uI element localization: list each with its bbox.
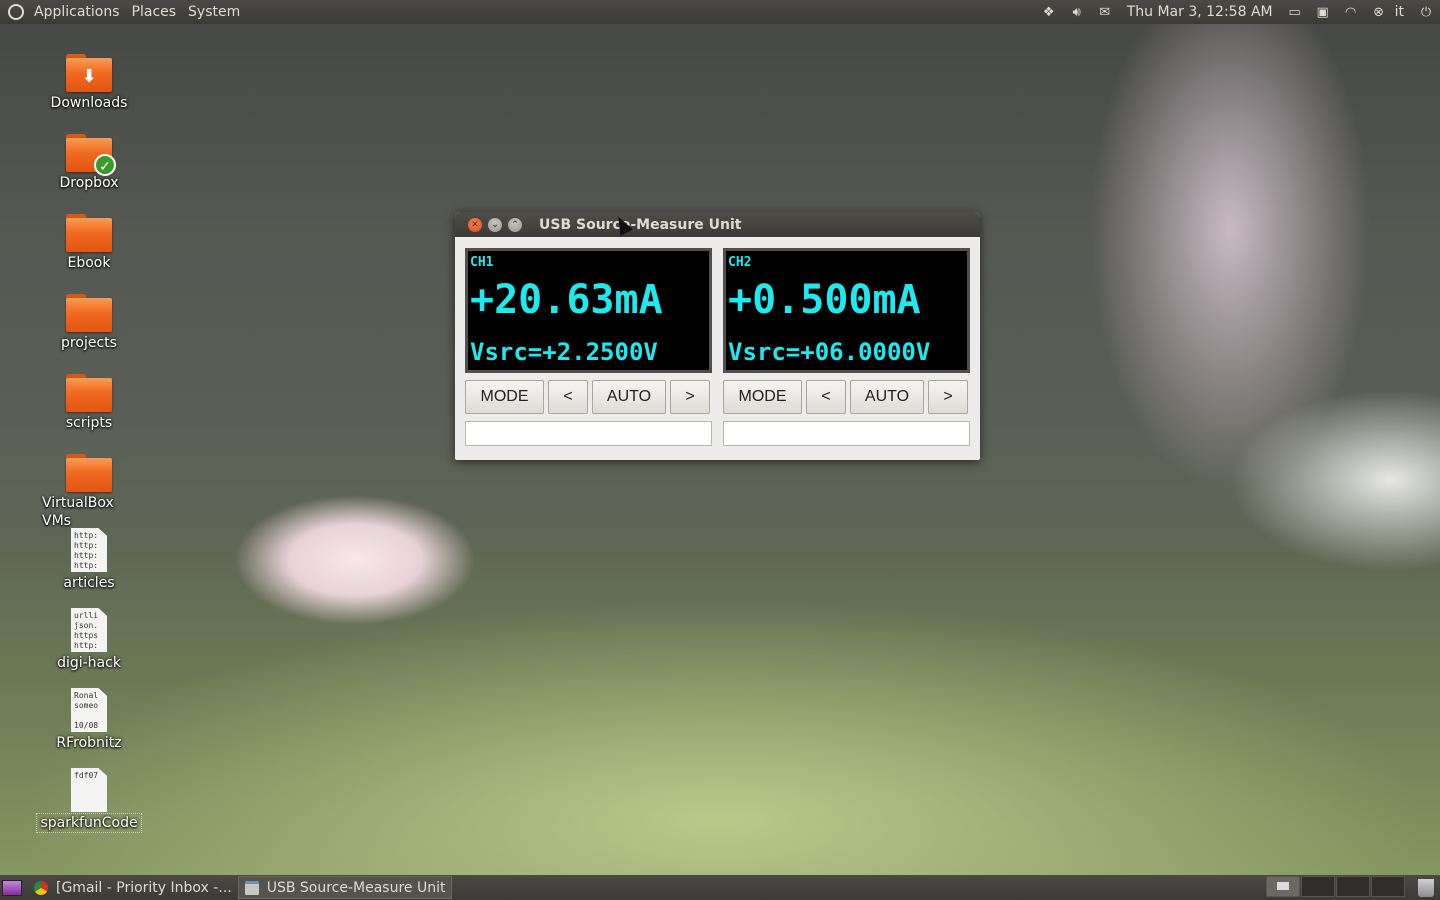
bottom-panel: [Gmail - Priority Inbox -... USB Source-… bbox=[0, 875, 1440, 900]
workspace-switcher bbox=[1266, 876, 1406, 899]
user-status-icon[interactable]: ⊗ bbox=[1371, 4, 1387, 20]
channel-1-input-field[interactable] bbox=[465, 421, 712, 446]
desktop-icon-label: articles bbox=[63, 575, 115, 591]
desktop-icon-downloads[interactable]: ⬇ Downloads bbox=[39, 54, 139, 112]
range-down-button[interactable]: < bbox=[548, 380, 588, 414]
taskbar-item-smu[interactable]: USB Source-Measure Unit bbox=[237, 876, 453, 899]
taskbar-item-label: USB Source-Measure Unit bbox=[266, 879, 446, 896]
keyboard-indicator-icon[interactable]: ▭ bbox=[1287, 4, 1303, 20]
channel-1-panel: CH1 +20.63mA Vsrc=+2.2500V MODE < AUTO > bbox=[465, 248, 712, 446]
text-file-icon: Ronal someo 10/08 bbox=[71, 688, 107, 732]
current-reading: +20.63mA bbox=[470, 277, 663, 323]
desktop-icon-label: scripts bbox=[65, 415, 113, 431]
folder-icon: ⬇ bbox=[66, 54, 112, 92]
system-tray: ❖ 🔊︎ ✉ Thu Mar 3, 12:58 AM ▭ ▣ ◠ ⊗ it ⏻ bbox=[1035, 0, 1440, 24]
desktop-icon-projects[interactable]: projects bbox=[39, 294, 139, 352]
source-voltage: Vsrc=+2.2500V bbox=[470, 338, 658, 366]
folder-icon bbox=[66, 454, 112, 492]
folder-icon bbox=[66, 214, 112, 252]
desktop-icon-label: Ebook bbox=[67, 255, 111, 271]
trash-icon[interactable] bbox=[1418, 878, 1434, 897]
desktop-icon-label: projects bbox=[61, 335, 117, 351]
window-title: USB Source-Measure Unit bbox=[539, 216, 742, 233]
minimize-icon[interactable]: ⌄ bbox=[488, 217, 502, 232]
file-preview: fdf07 bbox=[74, 771, 99, 780]
workspace-3[interactable] bbox=[1336, 876, 1370, 897]
show-desktop-icon[interactable] bbox=[2, 879, 22, 896]
workspace-4[interactable] bbox=[1371, 876, 1405, 897]
text-file-icon: fdf07 bbox=[71, 768, 107, 812]
text-file-icon: urlli json. https http: bbox=[71, 608, 107, 652]
desktop-icon-articles[interactable]: http: http: http: http: articles bbox=[39, 528, 139, 592]
desktop-icon-label: Downloads bbox=[50, 95, 128, 111]
wifi-icon[interactable]: ◠ bbox=[1343, 4, 1359, 20]
menu-system[interactable]: System bbox=[182, 0, 246, 24]
desktop-icon-label: digi-hack bbox=[57, 655, 121, 671]
smu-window: ✕ ⌄ ⌃ USB Source-Measure Unit CH1 +20.63… bbox=[455, 212, 980, 460]
auto-range-button[interactable]: AUTO bbox=[850, 380, 924, 414]
mode-button[interactable]: MODE bbox=[723, 380, 802, 414]
desktop-icon-label: Dropbox bbox=[59, 175, 119, 191]
maximize-icon[interactable]: ⌃ bbox=[508, 217, 522, 232]
folder-icon bbox=[66, 374, 112, 412]
volume-icon[interactable]: 🔊︎ bbox=[1069, 4, 1085, 20]
desktop-icon-rfrobnitz[interactable]: Ronal someo 10/08 RFrobnitz bbox=[39, 688, 139, 752]
download-arrow-icon: ⬇ bbox=[81, 66, 97, 87]
folder-icon bbox=[66, 294, 112, 332]
desktop-icon-dropbox[interactable]: ✓ Dropbox bbox=[39, 134, 139, 192]
desktop-icon-label: VirtualBox VMs bbox=[42, 495, 114, 529]
channel-2-controls: MODE < AUTO > bbox=[723, 380, 970, 414]
workspace-1[interactable] bbox=[1266, 876, 1300, 897]
ubuntu-logo-icon[interactable] bbox=[8, 4, 24, 20]
clock[interactable]: Thu Mar 3, 12:58 AM bbox=[1119, 4, 1281, 20]
text-file-icon: http: http: http: http: bbox=[71, 528, 107, 572]
channel-name: CH2 bbox=[728, 255, 752, 270]
chrome-icon bbox=[34, 880, 48, 895]
channel-2-input-field[interactable] bbox=[723, 421, 970, 446]
range-down-button[interactable]: < bbox=[806, 380, 846, 414]
top-panel: Applications Places System ❖ 🔊︎ ✉ Thu Ma… bbox=[0, 0, 1440, 24]
close-icon[interactable]: ✕ bbox=[468, 217, 482, 232]
workspace-2[interactable] bbox=[1301, 876, 1335, 897]
desktop-icon-virtualbox-vms[interactable]: VirtualBox VMs bbox=[39, 454, 139, 530]
desktop-icon-label: RFrobnitz bbox=[56, 735, 122, 751]
desktop-icon-sparkfuncode[interactable]: fdf07 sparkfunCode bbox=[36, 768, 142, 833]
dropbox-icon[interactable]: ❖ bbox=[1041, 4, 1057, 20]
source-voltage: Vsrc=+06.0000V bbox=[728, 338, 931, 366]
range-up-button[interactable]: > bbox=[670, 380, 710, 414]
channel-2-panel: CH2 +0.500mA Vsrc=+06.0000V MODE < AUTO … bbox=[723, 248, 970, 446]
mail-icon[interactable]: ✉ bbox=[1097, 4, 1113, 20]
desktop-icon-digi-hack[interactable]: urlli json. https http: digi-hack bbox=[39, 608, 139, 672]
mode-button[interactable]: MODE bbox=[465, 380, 544, 414]
auto-range-button[interactable]: AUTO bbox=[592, 380, 666, 414]
file-preview: Ronal someo 10/08 bbox=[74, 691, 99, 730]
window-icon bbox=[244, 880, 259, 895]
range-up-button[interactable]: > bbox=[928, 380, 968, 414]
file-preview: urlli json. https http: bbox=[74, 611, 99, 650]
channel-1-controls: MODE < AUTO > bbox=[465, 380, 712, 414]
folder-icon: ✓ bbox=[66, 134, 116, 176]
user-name[interactable]: it bbox=[1393, 4, 1412, 20]
update-icon[interactable]: ▣ bbox=[1315, 4, 1331, 20]
desktop-icon-scripts[interactable]: scripts bbox=[39, 374, 139, 432]
taskbar-item-label: [Gmail - Priority Inbox -... bbox=[56, 879, 232, 896]
menu-places[interactable]: Places bbox=[126, 0, 183, 24]
check-badge-icon: ✓ bbox=[94, 154, 116, 176]
taskbar-item-gmail[interactable]: [Gmail - Priority Inbox -... bbox=[28, 876, 238, 899]
power-icon[interactable]: ⏻ bbox=[1418, 4, 1434, 20]
current-reading: +0.500mA bbox=[728, 277, 921, 323]
desktop-icon-label: sparkfunCode bbox=[36, 813, 142, 833]
window-titlebar[interactable]: ✕ ⌄ ⌃ USB Source-Measure Unit bbox=[455, 212, 980, 237]
menu-applications[interactable]: Applications bbox=[28, 0, 126, 24]
file-preview: http: http: http: http: bbox=[74, 531, 99, 570]
channel-2-display: CH2 +0.500mA Vsrc=+06.0000V bbox=[723, 248, 970, 373]
desktop-icon-ebook[interactable]: Ebook bbox=[39, 214, 139, 272]
channel-1-display: CH1 +20.63mA Vsrc=+2.2500V bbox=[465, 248, 712, 373]
channel-name: CH1 bbox=[470, 255, 494, 270]
